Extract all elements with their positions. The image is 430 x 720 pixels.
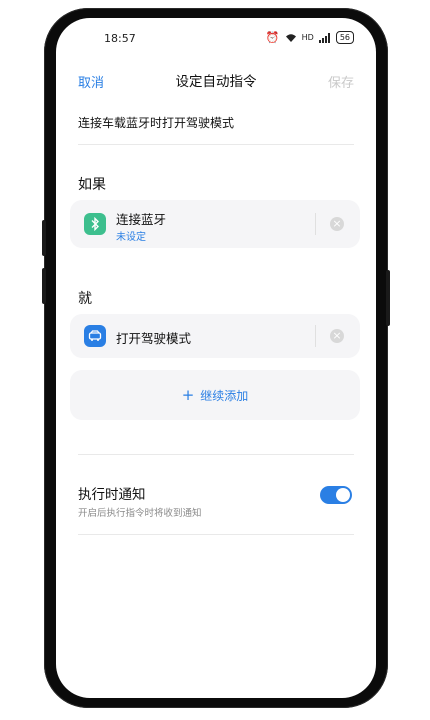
alarm-icon: ⏰ [265, 31, 280, 44]
condition-label: 连接蓝牙 [116, 212, 167, 227]
status-bar: 18:57 ⏰ HD 56 [56, 28, 376, 50]
divider [315, 213, 316, 235]
battery-icon: 56 [335, 31, 354, 44]
notify-toggle[interactable] [320, 486, 352, 504]
power-button [386, 270, 390, 326]
action-label: 打开驾驶模式 [116, 331, 192, 346]
divider [78, 534, 354, 535]
toggle-knob [336, 488, 350, 502]
command-name-field[interactable]: 连接车载蓝牙时打开驾驶模式 [78, 114, 354, 145]
notify-title: 执行时通知 [78, 487, 146, 503]
divider [78, 454, 354, 455]
notify-description: 开启后执行指令时将收到通知 [78, 508, 202, 519]
network-type: HD [301, 33, 314, 42]
condition-card[interactable]: 连接蓝牙 未设定 × [70, 200, 360, 248]
add-action-button[interactable]: + 继续添加 [70, 370, 360, 420]
plus-icon: + [181, 386, 195, 404]
volume-button [42, 268, 46, 304]
car-icon [84, 325, 106, 347]
remove-condition-button[interactable]: × [330, 217, 344, 231]
remove-action-button[interactable]: × [330, 329, 344, 343]
volume-button [42, 220, 46, 256]
signal-icon [318, 32, 330, 43]
wifi-icon [285, 33, 296, 42]
header: 取消 设定自动指令 保存 [56, 70, 376, 96]
status-time: 18:57 [104, 32, 136, 45]
condition-status: 未设定 [116, 232, 146, 243]
action-card[interactable]: 打开驾驶模式 × [70, 314, 360, 358]
then-section-label: 就 [78, 291, 92, 307]
divider [315, 325, 316, 347]
screen: 18:57 ⏰ HD 56 取消 设定自动指令 保存 连接车载蓝牙时打开驾驶模式… [56, 18, 376, 698]
bluetooth-icon [84, 213, 106, 235]
if-section-label: 如果 [78, 177, 106, 193]
status-icons: ⏰ HD 56 [266, 31, 354, 44]
save-button[interactable]: 保存 [328, 72, 354, 91]
add-action-label: 继续添加 [200, 388, 249, 403]
